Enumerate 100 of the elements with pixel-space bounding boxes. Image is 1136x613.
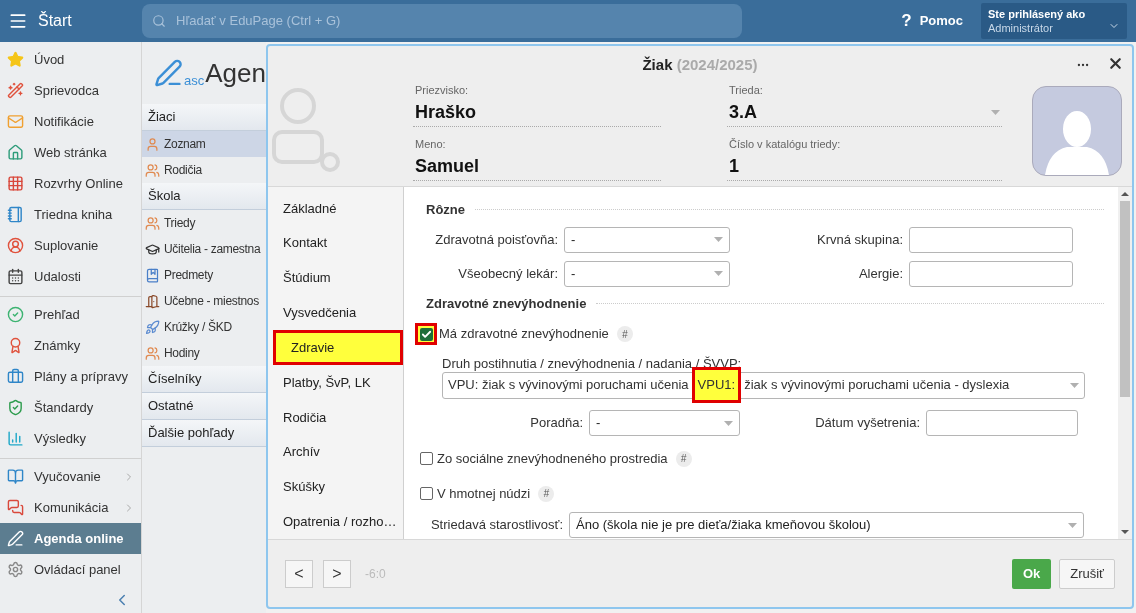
tab[interactable]: Kontakt xyxy=(268,225,403,261)
dialog-title: Žiak (2024/2025) xyxy=(642,55,758,75)
cancel-button[interactable]: Zrušiť xyxy=(1059,558,1115,589)
sidebar-item[interactable]: Ovládací panel xyxy=(0,554,141,585)
sidebar-item[interactable]: Komunikácia xyxy=(0,492,141,523)
sidebar-item[interactable]: Web stránka xyxy=(0,137,141,168)
nav-section-header[interactable]: Škola xyxy=(142,183,266,210)
caret-icon xyxy=(714,271,723,277)
sidebar-item[interactable]: Udalosti xyxy=(0,261,141,292)
settings-icon xyxy=(7,561,24,578)
input-field[interactable] xyxy=(909,226,1073,253)
sidebar-item[interactable]: Známky xyxy=(0,330,141,361)
nav-section-header[interactable]: Ďalšie pohľady xyxy=(142,420,266,447)
nav-item[interactable]: Učebne - miestnos xyxy=(142,288,266,314)
menu-icon[interactable] xyxy=(8,11,28,31)
chart-icon xyxy=(7,430,24,447)
tab[interactable]: Opatrenia / rozho… xyxy=(268,504,403,539)
nav-item[interactable]: Zoznam xyxy=(142,131,266,157)
sidebar-item[interactable]: Vyučovanie xyxy=(0,461,141,492)
house-icon xyxy=(7,144,24,161)
nav-item[interactable]: Rodičia xyxy=(142,157,266,183)
field-label: Dátum vyšetrenia: xyxy=(814,414,921,433)
tab[interactable]: Štúdium xyxy=(268,260,403,296)
sidebar-item[interactable]: Notifikácie xyxy=(0,106,141,137)
notebook-icon xyxy=(7,206,24,223)
nav-item[interactable]: Predmety xyxy=(142,262,266,288)
field-value: 1 xyxy=(729,154,740,178)
next-button[interactable]: > xyxy=(323,559,351,588)
tab[interactable]: Zdravie xyxy=(273,330,403,366)
nav-section-header[interactable]: Žiaci xyxy=(142,104,266,131)
help-link[interactable]: Pomoc xyxy=(919,11,963,31)
logo-icon xyxy=(154,58,184,88)
tab[interactable]: Skúšky xyxy=(268,469,403,505)
tab[interactable]: Archív xyxy=(268,434,403,470)
input-field[interactable] xyxy=(909,260,1073,287)
start-label[interactable]: Štart xyxy=(38,9,72,33)
sidebar-item[interactable]: Plány a prípravy xyxy=(0,361,141,392)
field-label: Krvná skupina: xyxy=(816,231,904,250)
caret-icon xyxy=(1068,522,1077,528)
sidebar-item[interactable]: Prehľad xyxy=(0,299,141,330)
sidebar-item[interactable]: Suplovanie xyxy=(0,230,141,261)
nav-item[interactable]: Učitelia - zamestna xyxy=(142,236,266,262)
search-icon xyxy=(152,14,166,28)
field-label: Meno: xyxy=(415,137,447,152)
check-icon xyxy=(7,306,24,323)
field-label: Trieda: xyxy=(729,83,764,98)
graduation-cap-icon xyxy=(145,241,160,257)
hash-badge[interactable]: # xyxy=(616,326,633,343)
field-label: Alergie: xyxy=(857,265,904,284)
section-title: Rôzne xyxy=(425,201,465,220)
previous-button[interactable]: < xyxy=(285,559,313,588)
nav-section-header[interactable]: Číselníky xyxy=(142,366,266,393)
rocket-icon xyxy=(145,319,160,335)
logo-name: Agen xyxy=(205,56,266,90)
hash-badge[interactable]: # xyxy=(675,450,692,467)
user-name: Administrátor xyxy=(988,21,1054,35)
mail-icon xyxy=(7,113,24,130)
people-icon xyxy=(145,345,160,361)
nav-item[interactable]: Triedy xyxy=(142,210,266,236)
field-label: Zdravotná poisťovňa: xyxy=(434,231,559,250)
dropdown[interactable]: - xyxy=(564,226,730,253)
tab[interactable]: Rodičia xyxy=(268,399,403,435)
caret-icon xyxy=(1070,382,1079,388)
sidebar-item[interactable]: Štandardy xyxy=(0,392,141,423)
sidebar-item[interactable]: Úvod xyxy=(0,44,141,75)
checkbox[interactable] xyxy=(419,487,433,501)
checkbox-label: Má zdravotné znevýhodnenie xyxy=(439,325,609,344)
nav-section-header[interactable]: Ostatné xyxy=(142,393,266,420)
sidebar-item[interactable]: Výsledky xyxy=(0,423,141,454)
input-field[interactable] xyxy=(926,410,1078,436)
field-value: Hraško xyxy=(415,100,478,124)
book-icon xyxy=(145,267,160,283)
sidebar-item[interactable]: Sprievodca xyxy=(0,75,141,106)
scrollbar[interactable] xyxy=(1118,187,1132,539)
hash-badge[interactable]: # xyxy=(538,485,555,502)
grid-icon xyxy=(7,175,24,192)
user-caption: Ste prihlásený ako xyxy=(988,7,1086,21)
chat-icon xyxy=(7,499,24,516)
help-icon[interactable]: ? xyxy=(901,8,912,34)
tab[interactable]: Vysvedčenia xyxy=(268,295,403,331)
dropdown[interactable]: Áno (škola nie je pre dieťa/žiaka kmeňovou školou) xyxy=(569,512,1084,539)
people-icon xyxy=(145,215,160,231)
tab[interactable]: Základné xyxy=(268,191,403,226)
shield-icon xyxy=(7,399,24,416)
sidebar-item[interactable]: Agenda online xyxy=(0,523,141,554)
field-label: Všeobecný lekár: xyxy=(457,265,559,284)
checkbox[interactable] xyxy=(419,452,433,466)
close-icon[interactable] xyxy=(1107,55,1124,72)
user-menu[interactable]: Ste prihlásený ako Administrátor xyxy=(981,3,1127,39)
sidebar-item[interactable]: Triedna kniha xyxy=(0,199,141,230)
field-label: Poradňa: xyxy=(529,414,584,433)
class-select[interactable]: 3.A xyxy=(729,98,1000,126)
dropdown[interactable]: - xyxy=(589,410,740,436)
nav-item[interactable]: Krúžky / ŠKD xyxy=(142,314,266,340)
person-icon xyxy=(7,237,24,254)
checkbox[interactable] xyxy=(419,327,433,341)
sidebar-item[interactable]: Rozvrhy Online xyxy=(0,168,141,199)
dropdown[interactable]: - xyxy=(564,260,730,287)
tab[interactable]: Platby, ŠvP, LK xyxy=(268,365,403,400)
nav-item[interactable]: Hodiny xyxy=(142,340,266,366)
